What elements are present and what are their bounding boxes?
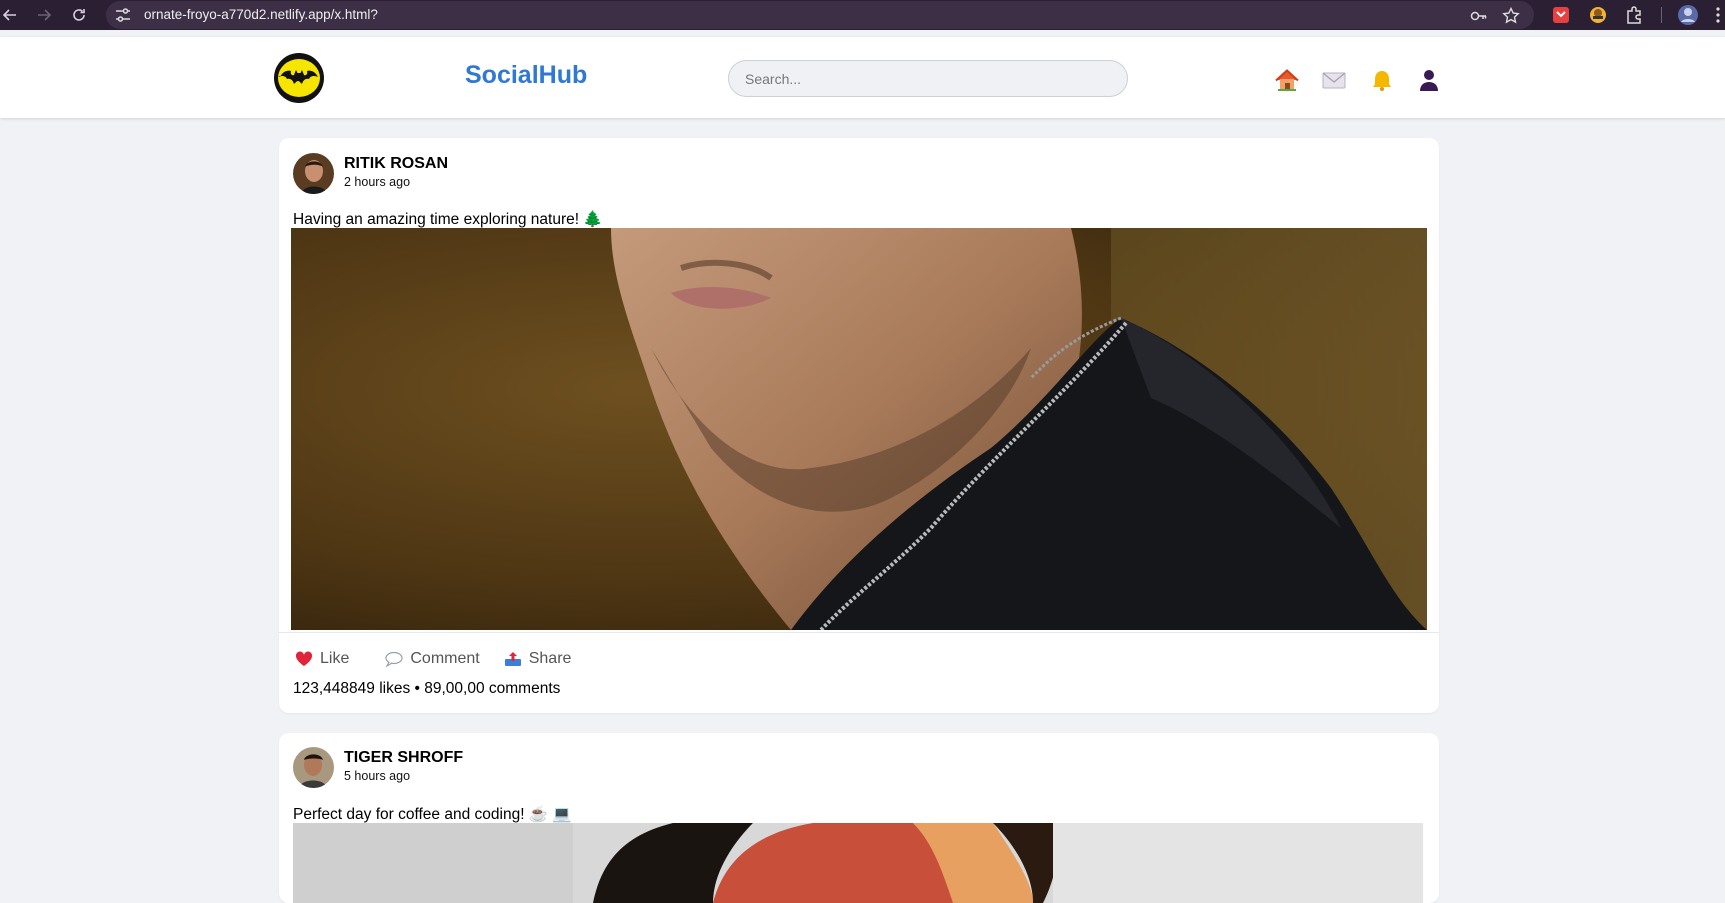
author-name[interactable]: TIGER SHROFF <box>344 749 463 767</box>
post-time: 2 hours ago <box>344 175 411 189</box>
share-label: Share <box>528 650 572 667</box>
password-key-icon[interactable] <box>1470 7 1488 25</box>
batman-logo-icon[interactable] <box>273 52 325 104</box>
reload-icon[interactable] <box>65 1 93 29</box>
extension-save-icon[interactable] <box>1551 5 1571 25</box>
like-label: Like <box>320 650 350 667</box>
browser-toolbar: ornate-froyo-a770d2.netlify.app/x.html? <box>0 0 1725 30</box>
menu-kebab-icon[interactable] <box>1711 5 1725 25</box>
post-caption: Perfect day for coffee and coding! ☕ 💻 <box>293 806 572 823</box>
author-avatar[interactable] <box>293 153 334 194</box>
bookmark-star-icon[interactable] <box>1502 7 1520 25</box>
search-input[interactable] <box>728 60 1128 97</box>
back-icon[interactable] <box>0 1 24 29</box>
url-text[interactable]: ornate-froyo-a770d2.netlify.app/x.html? <box>144 7 378 22</box>
post-caption: Having an amazing time exploring nature!… <box>293 211 603 228</box>
post-image[interactable] <box>291 228 1427 630</box>
post-image[interactable] <box>293 823 1423 903</box>
toolbar-divider <box>1661 7 1662 23</box>
extensions-puzzle-icon[interactable] <box>1624 5 1644 25</box>
brand-title[interactable]: SocialHub <box>465 61 587 90</box>
forward-icon[interactable] <box>30 1 58 29</box>
comment-label: Comment <box>410 650 480 667</box>
address-bar[interactable]: ornate-froyo-a770d2.netlify.app/x.html? <box>106 1 1534 29</box>
mail-icon[interactable] <box>1321 68 1347 92</box>
post-card: RITIK ROSAN 2 hours ago Having an amazin… <box>279 138 1439 713</box>
comment-button[interactable]: Comment <box>385 650 480 668</box>
author-avatar[interactable] <box>293 747 334 788</box>
post-stats: 123,448849 likes • 89,00,00 comments <box>293 680 561 697</box>
notification-bell-icon[interactable] <box>1369 68 1395 92</box>
site-settings-icon[interactable] <box>114 7 132 23</box>
home-icon[interactable] <box>1274 68 1300 92</box>
share-tray-icon <box>504 652 521 666</box>
like-button[interactable]: Like <box>295 650 349 668</box>
speech-bubble-icon <box>385 651 403 667</box>
heart-icon <box>295 651 313 666</box>
profile-user-icon[interactable] <box>1416 68 1442 92</box>
app-header: SocialHub <box>0 37 1725 118</box>
post-divider <box>279 632 1439 633</box>
post-time: 5 hours ago <box>344 769 411 783</box>
post-actions: Like Comment Share <box>295 650 585 668</box>
post-card: TIGER SHROFF 5 hours ago Perfect day for… <box>279 733 1439 903</box>
extension-avatar-icon[interactable] <box>1588 5 1608 25</box>
profile-avatar-icon[interactable] <box>1677 4 1699 26</box>
author-name[interactable]: RITIK ROSAN <box>344 155 448 173</box>
share-button[interactable]: Share <box>504 650 572 668</box>
